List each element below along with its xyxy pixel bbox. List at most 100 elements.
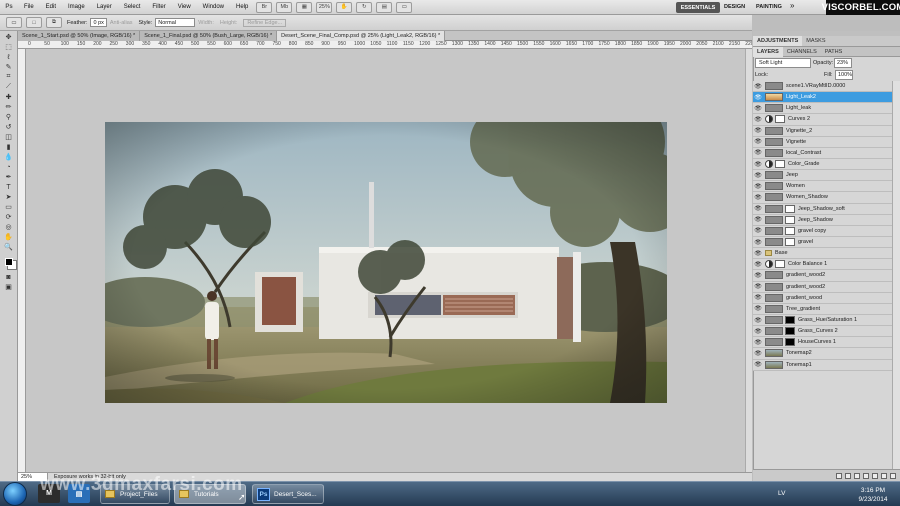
tab-paths[interactable]: PATHS [821, 47, 847, 57]
menu-layer[interactable]: Layer [91, 4, 118, 10]
layer-row[interactable]: 👁 Women_Shadow [753, 192, 892, 204]
eraser-tool-icon[interactable]: ◫ [3, 133, 14, 141]
screen-mode-icon[interactable]: ▣ [3, 283, 14, 291]
menu-help[interactable]: Help [230, 4, 254, 10]
path-selection-tool-icon[interactable]: ➤ [3, 193, 14, 201]
layer-row[interactable]: 👁 Tonemap2 [753, 348, 892, 360]
layer-row[interactable]: 👁 Vignette_2 [753, 125, 892, 137]
visibility-eye-icon[interactable]: 👁 [753, 361, 763, 368]
menu-window[interactable]: Window [197, 4, 230, 10]
layer-thumbnail[interactable] [765, 204, 783, 213]
visibility-eye-icon[interactable]: 👁 [753, 83, 763, 90]
new-selection-button[interactable]: □ [26, 17, 42, 28]
opacity-input[interactable]: 23% [834, 58, 852, 68]
layer-thumbnail[interactable] [765, 327, 783, 336]
layer-row[interactable]: 👁 gradient_wood2 [753, 270, 892, 282]
layer-row[interactable]: 👁 Color_Grade [753, 158, 892, 171]
layer-row[interactable]: 👁 Jeep_Shadow_soft [753, 203, 892, 215]
eyedropper-tool-icon[interactable]: ⟋ [3, 83, 14, 91]
layer-thumbnail[interactable] [765, 215, 783, 224]
zoom-level-select[interactable]: 25% [316, 1, 333, 13]
layer-row[interactable]: 👁 gradient_wood2 [753, 281, 892, 293]
feather-input[interactable]: 0 px [90, 18, 107, 27]
layer-thumbnail[interactable] [765, 193, 783, 202]
menu-filter[interactable]: Filter [146, 4, 171, 10]
layer-thumbnail[interactable] [765, 304, 783, 313]
new-group-icon[interactable] [872, 472, 878, 479]
visibility-eye-icon[interactable]: 👁 [753, 294, 763, 301]
workspace-design[interactable]: DESIGN [724, 2, 745, 13]
layer-row[interactable]: 👁 scene1.VRayMtlID.0000 [753, 81, 892, 93]
dodge-tool-icon[interactable]: ◔ [3, 163, 14, 171]
layer-list-scrollbar[interactable] [892, 81, 900, 469]
workspace-more-button[interactable]: » [790, 1, 794, 10]
layer-mask-thumbnail[interactable] [775, 160, 785, 169]
visibility-eye-icon[interactable]: 👁 [753, 138, 763, 145]
add-mask-icon[interactable] [854, 472, 860, 479]
zoom-tool-icon[interactable]: 🔍 [3, 243, 14, 251]
layer-row[interactable]: 👁 Tonemap1 [753, 359, 892, 371]
menu-image[interactable]: Image [62, 4, 91, 10]
visibility-eye-icon[interactable]: 👁 [753, 250, 763, 257]
layer-row[interactable]: 👁 Jeep_Shadow [753, 214, 892, 226]
menu-select[interactable]: Select [118, 4, 147, 10]
menu-view[interactable]: View [172, 4, 197, 10]
antialias-checkbox[interactable]: Anti-alias [110, 20, 133, 26]
layer-thumbnail[interactable] [765, 93, 783, 102]
layer-thumbnail[interactable] [765, 282, 783, 291]
visibility-eye-icon[interactable]: 👁 [753, 105, 763, 112]
layer-thumbnail[interactable] [765, 171, 783, 180]
quick-mask-icon[interactable]: ◙ [3, 273, 14, 281]
view-extras-button[interactable]: ▦ [296, 1, 313, 13]
visibility-eye-icon[interactable]: 👁 [753, 149, 763, 156]
tray-language[interactable]: LV [778, 490, 785, 497]
visibility-eye-icon[interactable]: 👁 [753, 127, 763, 134]
doc-tab-scene1-start[interactable]: Scene_1_Start.psd @ 50% (Image, RGB/16) … [18, 31, 141, 41]
marquee-preset-button[interactable]: ▭ [6, 17, 22, 28]
visibility-eye-icon[interactable]: 👁 [753, 272, 763, 279]
doc-tab-scene1-final[interactable]: Scene_1_Final.psd @ 50% (Bush_Large, RGB… [140, 31, 278, 41]
layer-style-icon[interactable] [845, 472, 851, 479]
visibility-eye-icon[interactable]: 👁 [753, 161, 763, 168]
new-adjustment-icon[interactable] [863, 472, 869, 479]
refine-edge-button[interactable]: Refine Edge... [243, 18, 287, 27]
pen-tool-icon[interactable]: ✒ [3, 173, 14, 181]
blend-mode-select[interactable]: Soft Light [755, 58, 811, 68]
layer-row[interactable]: 👁 Grass_Hue/Saturation 1 [753, 314, 892, 327]
visibility-eye-icon[interactable]: 👁 [753, 350, 763, 357]
add-selection-button[interactable]: ⧉ [46, 17, 62, 28]
layer-mask-thumbnail[interactable] [785, 215, 795, 224]
layer-row[interactable]: 👁 Jeep [753, 170, 892, 182]
workspace-painting[interactable]: PAINTING [756, 2, 782, 13]
type-tool-icon[interactable]: T [3, 183, 14, 191]
layer-thumbnail[interactable] [765, 360, 783, 369]
marquee-tool-icon[interactable]: ⬚ [3, 43, 14, 51]
visibility-eye-icon[interactable]: 👁 [753, 94, 763, 101]
start-button[interactable] [3, 482, 27, 506]
screen-mode-button[interactable]: ▭ [396, 1, 413, 13]
layer-thumbnail[interactable] [765, 137, 783, 146]
brush-tool-icon[interactable]: ✏ [3, 103, 14, 111]
layer-thumbnail[interactable] [765, 338, 783, 347]
quick-select-tool-icon[interactable]: ✎ [3, 63, 14, 71]
layer-row[interactable]: 👁 Tree_gradient [753, 303, 892, 315]
document-image[interactable] [105, 122, 667, 403]
hand-tool-button[interactable]: ✋ [336, 1, 353, 13]
visibility-eye-icon[interactable]: 👁 [753, 305, 763, 312]
tab-channels[interactable]: CHANNELS [783, 47, 821, 57]
arrange-documents-button[interactable]: ▤ [376, 1, 393, 13]
layer-mask-thumbnail[interactable] [775, 260, 785, 269]
visibility-eye-icon[interactable]: 👁 [753, 183, 763, 190]
layer-mask-thumbnail[interactable] [785, 226, 795, 235]
rotate-view-button[interactable]: ↻ [356, 1, 373, 13]
layer-row[interactable]: 👁 Light_leak [753, 103, 892, 115]
layer-mask-thumbnail[interactable] [785, 316, 795, 325]
delete-layer-icon[interactable] [890, 472, 896, 479]
layer-thumbnail[interactable] [765, 293, 783, 302]
layer-thumbnail[interactable] [765, 271, 783, 280]
shape-tool-icon[interactable]: ▭ [3, 203, 14, 211]
layer-row[interactable]: 👁 Vignette [753, 136, 892, 148]
layer-row[interactable]: 👁 gradient_wood [753, 292, 892, 304]
visibility-eye-icon[interactable]: 👁 [753, 339, 763, 346]
minibridge-button[interactable]: Mb [276, 1, 293, 13]
